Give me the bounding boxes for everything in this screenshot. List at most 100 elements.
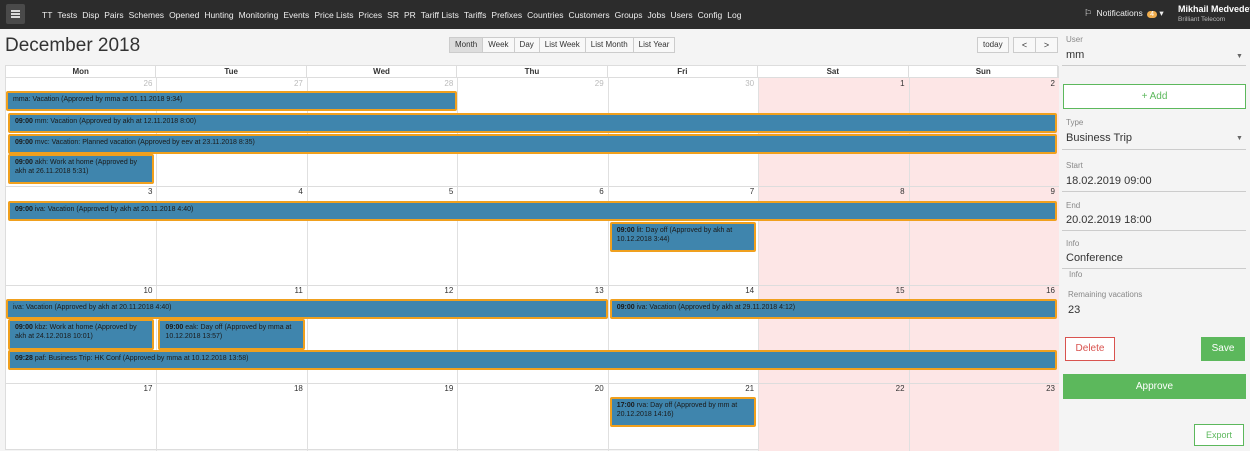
day-number[interactable]: 28	[423, 79, 453, 88]
day-number[interactable]: 11	[273, 286, 303, 295]
day-number[interactable]: 9	[1025, 187, 1055, 196]
day-number[interactable]: 7	[724, 187, 754, 196]
event-title: rva: Day off (Approved by mm at 20.12.20…	[616, 402, 738, 418]
day-number[interactable]: 14	[724, 286, 754, 295]
user-label: User	[1066, 35, 1083, 44]
day-number[interactable]: 5	[423, 187, 453, 196]
nav-item-pairs[interactable]: Pairs	[104, 10, 123, 20]
nav-item-tt[interactable]: TT	[42, 10, 52, 20]
end-label: End	[1066, 201, 1081, 210]
calendar-event[interactable]: 17:00 rva: Day off (Approved by mm at 20…	[609, 397, 757, 427]
hamburger-menu-icon[interactable]	[6, 4, 25, 24]
calendar-event[interactable]: mma: Vacation (Approved by mma at 01.11.…	[6, 91, 458, 111]
day-number[interactable]: 10	[122, 286, 153, 295]
notifications-menu[interactable]: ⚐ Notifications 4 ▾	[1084, 8, 1164, 19]
save-button[interactable]: Save	[1201, 337, 1245, 361]
nav-item-users[interactable]: Users	[670, 10, 692, 20]
remaining-vacations-value: 23	[1068, 304, 1081, 316]
nav-item-monitoring[interactable]: Monitoring	[239, 10, 279, 20]
event-time: 09:00	[15, 139, 33, 146]
day-number[interactable]: 19	[423, 384, 453, 393]
day-number[interactable]: 21	[724, 384, 754, 393]
calendar-event[interactable]: 09:00 iva: Vacation (Approved by akh at …	[8, 201, 1057, 221]
calendar-event[interactable]: 09:00 eak: Day off (Approved by mma at 1…	[158, 319, 305, 350]
calendar-event[interactable]: 09:00 lit: Day off (Approved by akh at 1…	[609, 222, 757, 252]
nav-item-pr[interactable]: PR	[404, 10, 416, 20]
prev-month-button[interactable]: <	[1013, 37, 1036, 53]
event-title: paf: Business Trip: HK Conf (Approved by…	[34, 355, 249, 362]
nav-item-log[interactable]: Log	[727, 10, 741, 20]
event-time: 09:00	[15, 159, 33, 166]
view-list-year-button[interactable]: List Year	[632, 37, 676, 53]
nav-item-jobs[interactable]: Jobs	[648, 10, 666, 20]
day-number[interactable]: 3	[122, 187, 152, 196]
day-number[interactable]: 15	[875, 286, 905, 295]
view-month-button[interactable]: Month	[449, 37, 484, 53]
nav-item-hunting[interactable]: Hunting	[204, 10, 233, 20]
nav-item-sr[interactable]: SR	[387, 10, 399, 20]
day-number[interactable]: 6	[574, 187, 603, 196]
day-header-fri: Fri	[608, 66, 759, 78]
export-button[interactable]: Export	[1194, 424, 1244, 446]
delete-button[interactable]: Delete	[1065, 337, 1115, 361]
day-number[interactable]: 22	[875, 384, 905, 393]
day-number[interactable]: 4	[273, 187, 302, 196]
view-day-button[interactable]: Day	[513, 37, 540, 53]
nav-item-customers[interactable]: Customers	[569, 10, 610, 20]
day-number[interactable]: 23	[1025, 384, 1055, 393]
calendar-event[interactable]: 09:00 akh: Work at home (Approved by akh…	[8, 154, 155, 184]
day-number[interactable]: 17	[122, 384, 153, 393]
nav-item-prefixes[interactable]: Prefixes	[491, 10, 522, 20]
user-name[interactable]: Mikhail Medvedev	[1178, 4, 1250, 14]
day-number[interactable]: 27	[273, 79, 303, 88]
calendar-event[interactable]: 09:28 paf: Business Trip: HK Conf (Appro…	[8, 350, 1057, 370]
calendar-event[interactable]: iva: Vacation (Approved by akh at 20.11.…	[6, 299, 608, 319]
day-number[interactable]: 18	[273, 384, 303, 393]
info-hint: Info	[1069, 270, 1083, 279]
start-input[interactable]: 18.02.2019 09:00	[1066, 175, 1152, 187]
calendar-title: December 2018	[5, 35, 141, 56]
day-number[interactable]: 12	[423, 286, 453, 295]
type-select[interactable]: Business Trip	[1066, 132, 1132, 144]
nav-item-groups[interactable]: Groups	[615, 10, 643, 20]
nav-item-prices[interactable]: Prices	[359, 10, 383, 20]
calendar-event[interactable]: 09:00 kbz: Work at home (Approved by akh…	[8, 319, 155, 350]
approve-button[interactable]: Approve	[1063, 374, 1246, 399]
calendar-event[interactable]: 09:00 mm: Vacation (Approved by akh at 1…	[8, 113, 1057, 133]
nav-item-config[interactable]: Config	[698, 10, 723, 20]
day-number[interactable]: 20	[574, 384, 604, 393]
end-input[interactable]: 20.02.2019 18:00	[1066, 214, 1152, 226]
calendar-event[interactable]: 09:00 mvc: Vacation: Planned vacation (A…	[8, 134, 1057, 154]
day-number[interactable]: 30	[724, 79, 754, 88]
calendar-event[interactable]: 09:00 iva: Vacation (Approved by akh at …	[609, 299, 1057, 319]
caret-down-icon: ▾	[1159, 8, 1164, 18]
nav-item-events[interactable]: Events	[283, 10, 309, 20]
event-title: kbz: Work at home (Approved by akh at 24…	[15, 324, 137, 340]
nav-item-countries[interactable]: Countries	[527, 10, 563, 20]
next-month-button[interactable]: >	[1035, 37, 1058, 53]
nav-item-schemes[interactable]: Schemes	[129, 10, 164, 20]
add-button[interactable]: + Add	[1063, 84, 1246, 109]
nav-item-price-lists[interactable]: Price Lists	[314, 10, 353, 20]
info-input[interactable]: Conference	[1066, 252, 1123, 264]
nav-item-opened[interactable]: Opened	[169, 10, 199, 20]
day-number[interactable]: 8	[875, 187, 904, 196]
nav-item-tests[interactable]: Tests	[57, 10, 77, 20]
event-title: iva: Vacation (Approved by akh at 29.11.…	[636, 304, 796, 311]
user-select[interactable]: mm	[1066, 49, 1084, 61]
day-number[interactable]: 29	[574, 79, 604, 88]
remaining-vacations-label: Remaining vacations	[1068, 290, 1143, 299]
day-number[interactable]: 13	[574, 286, 604, 295]
day-number[interactable]: 26	[122, 79, 153, 88]
nav-item-disp[interactable]: Disp	[82, 10, 99, 20]
nav-item-tariff-lists[interactable]: Tariff Lists	[421, 10, 459, 20]
nav-item-tariffs[interactable]: Tariffs	[464, 10, 487, 20]
day-number[interactable]: 16	[1025, 286, 1055, 295]
view-list-week-button[interactable]: List Week	[538, 37, 586, 53]
today-button[interactable]: today	[977, 37, 1009, 53]
day-number[interactable]: 1	[875, 79, 904, 88]
view-list-month-button[interactable]: List Month	[584, 37, 634, 53]
event-title: lit: Day off (Approved by akh at 10.12.2…	[616, 227, 733, 243]
view-week-button[interactable]: Week	[482, 37, 515, 53]
day-number[interactable]: 2	[1025, 79, 1055, 88]
